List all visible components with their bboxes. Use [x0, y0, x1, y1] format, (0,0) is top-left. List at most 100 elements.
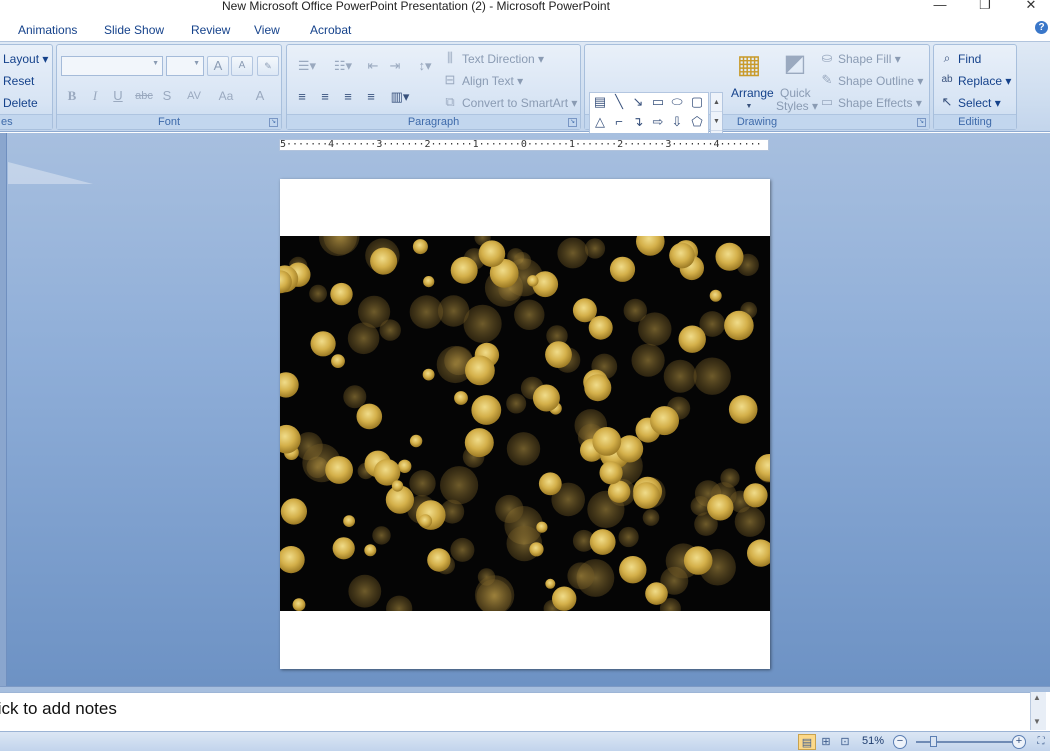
font-color-button[interactable]: A [247, 88, 273, 104]
text-direction-button[interactable]: Text Direction ▾ [462, 52, 544, 66]
dialog-launcher-icon[interactable]: ↘ [917, 118, 926, 127]
increase-indent-icon[interactable]: ⇥ [385, 58, 405, 74]
find-button[interactable]: Find [958, 52, 981, 66]
scroll-down-icon[interactable]: ▼ [1033, 717, 1041, 726]
tab-slide-show[interactable]: Slide Show [104, 23, 164, 37]
bokeh-gold-circle [391, 480, 404, 492]
arrow-line-shape-icon[interactable]: ↘ [629, 94, 647, 110]
notes-placeholder[interactable]: lick to add notes [0, 699, 117, 719]
convert-smartart-button[interactable]: Convert to SmartArt ▾ [462, 96, 577, 110]
restore-button[interactable]: ❐ [971, 0, 999, 14]
delete-button[interactable]: Delete [3, 96, 38, 110]
numbering-icon[interactable]: ☷▾ [327, 58, 359, 74]
line-spacing-icon[interactable]: ↕▾ [411, 58, 439, 74]
text-box-shape-icon[interactable]: ▤ [591, 94, 609, 110]
chevron-down-icon: ▼ [745, 103, 753, 110]
replace-icon: ab [941, 74, 953, 85]
arrange-button[interactable]: Arrange [731, 86, 774, 100]
pentagon-shape-icon[interactable]: ⬠ [688, 114, 706, 130]
notes-pane[interactable]: lick to add notes [0, 692, 1030, 730]
zoom-in-button[interactable]: + [1012, 735, 1026, 749]
justify-icon[interactable]: ≡ [362, 89, 380, 105]
triangle-shape-icon[interactable]: △ [591, 114, 609, 130]
bokeh-gold-circle [678, 325, 706, 353]
line-shape-icon[interactable]: ╲ [610, 94, 628, 110]
bokeh-gold-circle [450, 256, 478, 284]
zoom-out-button[interactable]: − [893, 735, 907, 749]
tab-view[interactable]: View [254, 23, 280, 37]
tab-animations[interactable]: Animations [18, 23, 77, 37]
bokeh-gold-circle [538, 472, 562, 496]
shape-fill-button[interactable]: Shape Fill ▾ [838, 52, 901, 66]
down-arrow-shape-icon[interactable]: ⇩ [668, 114, 686, 130]
bokeh-gold-circle [292, 598, 306, 611]
vertical-scrollbar[interactable]: ▲ ▼ [1030, 692, 1046, 730]
dialog-launcher-icon[interactable]: ↘ [269, 118, 278, 127]
layout-button[interactable]: Layout ▾ [3, 52, 48, 66]
horizontal-ruler[interactable]: 5·······4·······3·······2·······1·······… [279, 139, 769, 151]
replace-button[interactable]: Replace ▾ [958, 74, 1011, 88]
slide-show-view-icon[interactable]: ⊡ [836, 734, 854, 750]
shrink-font-button[interactable]: A [231, 56, 253, 76]
align-right-icon[interactable]: ≡ [339, 89, 357, 105]
reset-button[interactable]: Reset [3, 74, 34, 88]
help-icon[interactable]: ? [1035, 21, 1048, 34]
bokeh-picture[interactable] [280, 236, 770, 611]
shape-effects-button[interactable]: Shape Effects ▾ [838, 96, 922, 110]
strikethrough-button[interactable]: abc [133, 88, 155, 104]
rectangle-shape-icon[interactable]: ▭ [649, 94, 667, 110]
slides-group-label: es [0, 114, 52, 129]
align-center-icon[interactable]: ≡ [316, 89, 334, 105]
bokeh-faint-circle [693, 357, 731, 395]
grow-font-button[interactable]: A [207, 56, 229, 76]
dialog-launcher-icon[interactable]: ↘ [568, 118, 577, 127]
bokeh-faint-circle [506, 393, 527, 414]
bokeh-gold-circle [755, 454, 770, 482]
zoom-level[interactable]: 51% [862, 735, 884, 747]
bokeh-gold-circle [609, 256, 636, 282]
columns-icon[interactable]: ▥▾ [386, 89, 414, 105]
bullets-icon[interactable]: ☰▾ [291, 58, 323, 74]
decrease-indent-icon[interactable]: ⇤ [363, 58, 383, 74]
bold-button[interactable]: B [63, 88, 81, 104]
scroll-up-icon[interactable]: ▲ [1033, 693, 1041, 702]
select-button[interactable]: Select ▾ [958, 96, 1001, 110]
slide-sorter-view-icon[interactable]: ⊞ [817, 734, 835, 750]
oval-shape-icon[interactable]: ⬭ [668, 94, 686, 110]
rounded-rectangle-shape-icon[interactable]: ▢ [688, 94, 706, 110]
font-name-combo[interactable]: ▼ [61, 56, 163, 76]
font-size-combo[interactable]: ▼ [166, 56, 204, 76]
bokeh-faint-circle [495, 494, 524, 524]
bokeh-faint-circle [514, 299, 545, 330]
fit-to-window-icon[interactable]: ⛶ [1032, 734, 1050, 750]
scroll-down-icon[interactable]: ▼ [711, 112, 722, 131]
bokeh-faint-circle [557, 237, 589, 269]
tab-acrobat[interactable]: Acrobat [310, 23, 351, 37]
slide-canvas[interactable] [280, 179, 770, 669]
normal-view-icon[interactable]: ▤ [798, 734, 816, 750]
slides-pane-edge[interactable] [0, 133, 7, 686]
bokeh-faint-circle [506, 432, 541, 466]
quick-styles-button[interactable]: Quick [780, 86, 811, 100]
minimize-button[interactable]: — [926, 0, 954, 14]
elbow-arrow-shape-icon[interactable]: ↴ [629, 114, 647, 130]
align-left-icon[interactable]: ≡ [293, 89, 311, 105]
scroll-up-icon[interactable]: ▲ [711, 93, 722, 112]
zoom-slider-thumb[interactable] [930, 736, 937, 747]
right-arrow-shape-icon[interactable]: ⇨ [649, 114, 667, 130]
clear-formatting-button[interactable]: ✎ [257, 56, 279, 76]
character-spacing-button[interactable]: AV [180, 88, 208, 104]
text-shadow-button[interactable]: S [158, 88, 176, 104]
italic-button[interactable]: I [86, 88, 104, 104]
bokeh-gold-circle [619, 556, 647, 584]
bokeh-gold-circle [280, 372, 299, 398]
align-text-button[interactable]: Align Text ▾ [462, 74, 523, 88]
underline-button[interactable]: U [109, 88, 127, 104]
bokeh-gold-circle [370, 247, 398, 275]
shape-outline-button[interactable]: Shape Outline ▾ [838, 74, 923, 88]
elbow-connector-shape-icon[interactable]: ⌐ [610, 114, 628, 130]
change-case-button[interactable]: Aa [213, 88, 239, 104]
close-button[interactable]: ✕ [1017, 0, 1045, 14]
tab-review[interactable]: Review [191, 23, 230, 37]
bokeh-faint-circle [567, 562, 595, 590]
